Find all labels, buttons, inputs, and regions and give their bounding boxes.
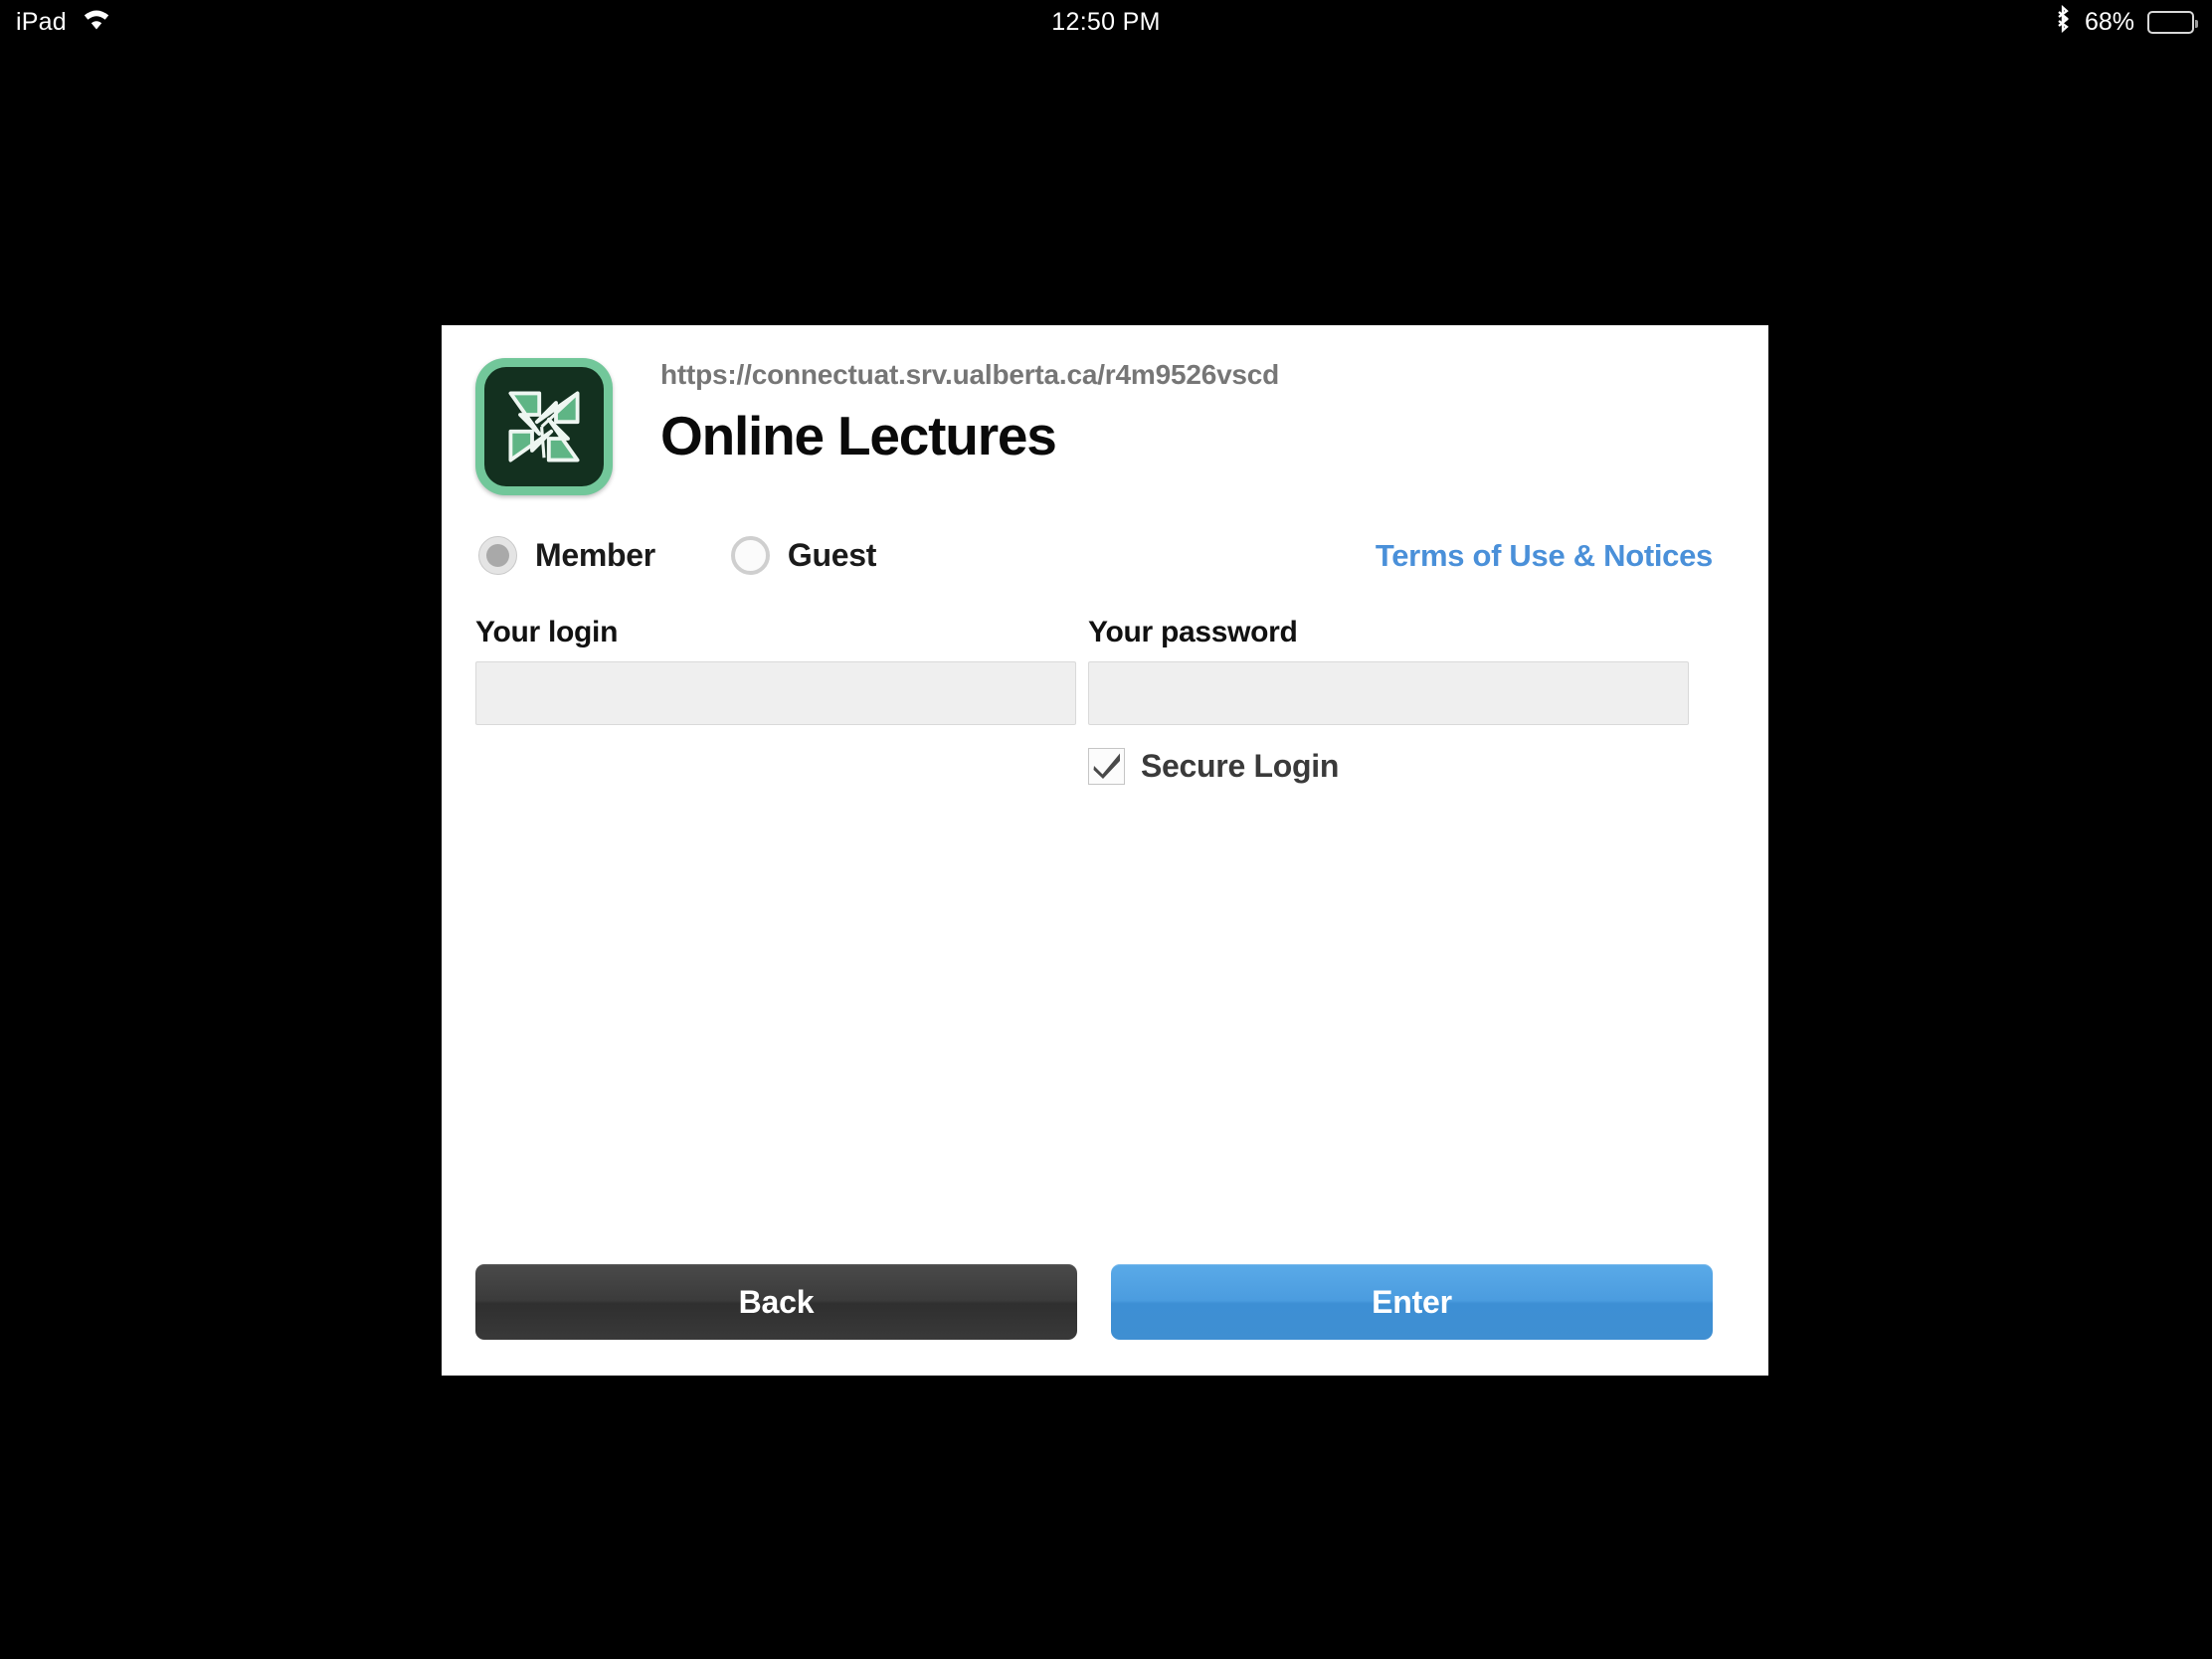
enter-button[interactable]: Enter [1111,1264,1713,1340]
bluetooth-icon [2054,4,2072,40]
battery-icon [2147,10,2198,34]
secure-login-checkbox[interactable] [1088,748,1125,785]
password-field-label: Your password [1088,616,1298,648]
status-bar: iPad 12:50 PM 68% [0,0,2212,44]
status-bar-center: 12:50 PM [0,0,2212,44]
status-bar-right: 68% [2054,0,2198,44]
card-header-text: https://connectuat.srv.ualberta.ca/r4m95… [660,359,1279,467]
app-logo-icon [475,358,613,495]
radio-guest-label: Guest [787,537,877,573]
card-footer: Back Enter [475,1264,1713,1340]
radio-option-member[interactable]: Member [478,536,655,575]
account-type-radio-group: Member Guest [478,536,876,575]
battery-percent-label: 68% [2084,7,2134,36]
site-url: https://connectuat.srv.ualberta.ca/r4m95… [660,359,1280,390]
login-card: https://connectuat.srv.ualberta.ca/r4m95… [442,325,1768,1376]
radio-option-guest[interactable]: Guest [730,536,877,575]
secure-login-label: Secure Login [1141,748,1340,784]
login-field-group: Your login [475,616,1076,725]
radio-member-icon[interactable] [478,536,517,575]
login-card-content: https://connectuat.srv.ualberta.ca/r4m95… [475,345,1713,1356]
password-input[interactable] [1088,661,1689,725]
login-input[interactable] [475,661,1076,725]
password-field-group: Your password [1088,616,1689,725]
secure-login-row[interactable]: Secure Login [1088,748,1339,785]
back-button[interactable]: Back [475,1264,1077,1340]
radio-guest-icon[interactable] [730,536,770,575]
login-field-label: Your login [475,616,619,648]
terms-of-use-link[interactable]: Terms of Use & Notices [1376,538,1713,574]
check-icon [1093,753,1120,779]
radio-member-label: Member [535,537,655,573]
account-type-row: Member Guest Terms of Use & Notices [475,536,1713,586]
card-header: https://connectuat.srv.ualberta.ca/r4m95… [475,345,1713,495]
page-title: Online Lectures [660,405,1057,466]
clock-time: 12:50 PM [1051,7,1161,36]
credentials-form: Your login Your password [475,616,1713,725]
